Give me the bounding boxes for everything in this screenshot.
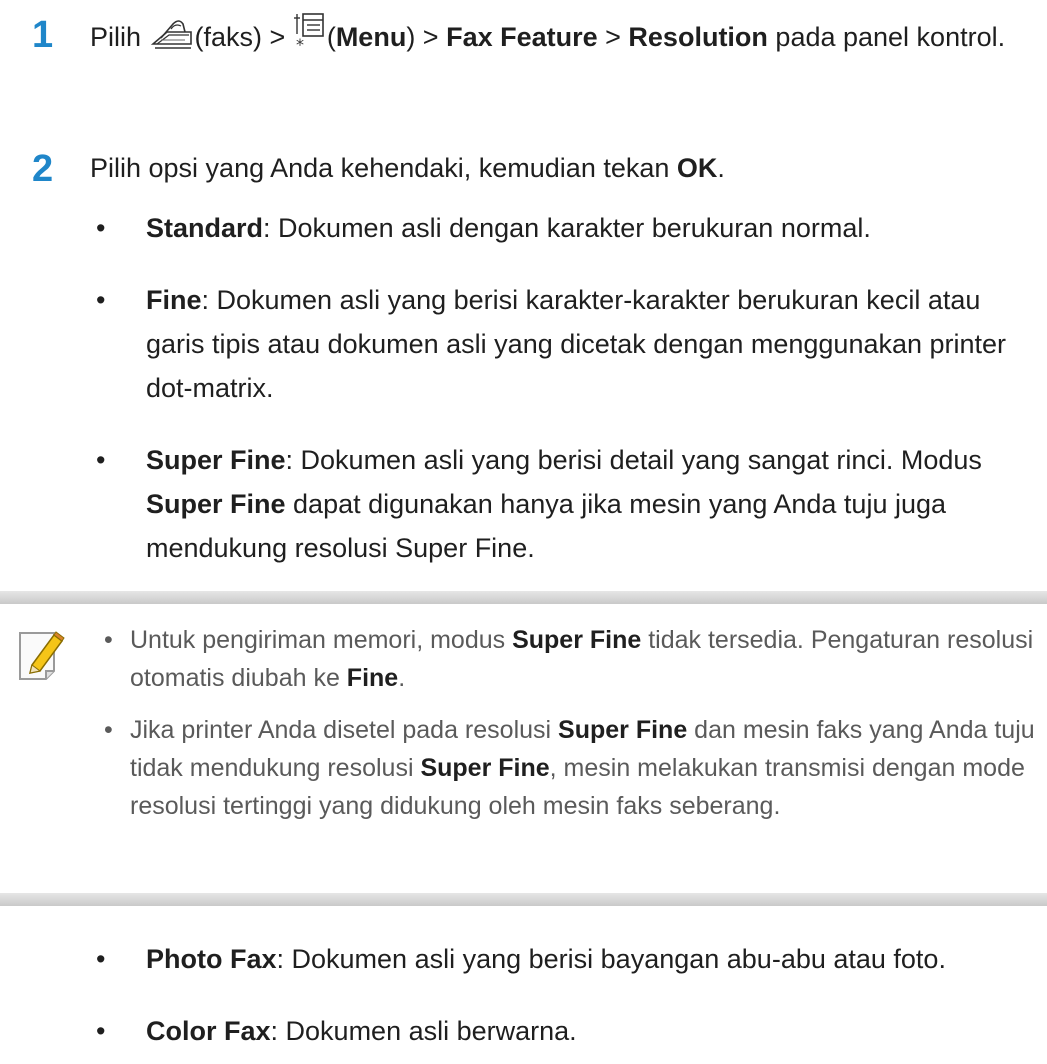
ok-label: OK <box>676 153 718 183</box>
note-text: Jika printer Anda disetel pada resolusi <box>130 716 559 744</box>
option-text: : Dokumen asli yang berisi detail yang s… <box>285 445 982 475</box>
note-bold: Fine <box>346 664 399 692</box>
menu-icon: * <box>293 12 327 65</box>
option-label: Super Fine <box>146 445 286 475</box>
bullet: • <box>96 445 106 475</box>
option-text: : Dokumen asli berwarna. <box>270 1016 577 1046</box>
bullet: • <box>96 944 106 974</box>
note-bold: Super Fine <box>512 626 642 654</box>
note-bottom-bar <box>0 893 1047 906</box>
note-item: • Untuk pengiriman memori, modus Super Fi… <box>0 621 1047 697</box>
note-bold: Super Fine <box>420 754 550 782</box>
fax-feature-label: Fax Feature <box>446 22 598 52</box>
fax-word: (faks) > <box>194 22 293 52</box>
step-text-tail: pada panel kontrol. <box>767 22 1006 52</box>
note-top-bar <box>0 591 1047 604</box>
list-item: • Super Fine: Dokumen asli yang berisi de… <box>0 438 1047 570</box>
svg-text:*: * <box>296 35 304 52</box>
list-item: • Fine: Dokumen asli yang berisi karakter… <box>0 278 1047 410</box>
bullet: • <box>104 716 113 744</box>
options-list: • Standard: Dokumen asli dengan karakter … <box>0 206 1047 570</box>
bullet: • <box>96 213 106 243</box>
fax-icon <box>149 18 195 65</box>
step-text: Pilih opsi yang Anda kehendaki, kemudian… <box>90 146 1020 190</box>
step-2-text: Pilih opsi yang Anda kehendaki, kemudian… <box>90 153 677 183</box>
menu-label: Menu <box>335 22 407 52</box>
option-label: Photo Fax <box>146 944 277 974</box>
sep1: ) > <box>406 22 447 52</box>
note-box: • Untuk pengiriman memori, modus Super Fi… <box>0 591 1047 906</box>
note-bold: Super Fine <box>558 716 688 744</box>
note-text: . <box>398 664 406 692</box>
note-text: Untuk pengiriman memori, modus <box>130 626 513 654</box>
bullet: • <box>104 626 113 654</box>
option-label: Standard <box>146 213 264 243</box>
option-text: : Dokumen asli dengan karakter berukuran… <box>263 213 871 243</box>
bullet: • <box>96 1016 106 1046</box>
step-number: 1 <box>32 14 54 56</box>
step-text: Pilih (faks) > * (Menu) > Fax Feature > R… <box>90 12 1020 65</box>
list-item: • Color Fax: Dokumen asli berwarna. <box>0 1009 1047 1053</box>
step-text-pre: Pilih <box>90 22 149 52</box>
resolution-label: Resolution <box>628 22 768 52</box>
options-list-2: • Photo Fax: Dokumen asli yang berisi bay… <box>0 937 1047 1053</box>
option-text: : Dokumen asli yang berisi karakter-kara… <box>146 285 1007 403</box>
bullet: • <box>96 285 106 315</box>
option-label: Fine <box>146 285 202 315</box>
option-label-inline: Super Fine <box>146 489 286 519</box>
note-list: • Untuk pengiriman memori, modus Super Fi… <box>0 621 1047 839</box>
note-item: • Jika printer Anda disetel pada resolusi… <box>0 711 1047 825</box>
step-number: 2 <box>32 148 54 190</box>
option-label: Color Fax <box>146 1016 271 1046</box>
list-item: • Photo Fax: Dokumen asli yang berisi bay… <box>0 937 1047 981</box>
step-2-end: . <box>717 153 725 183</box>
option-text: : Dokumen asli yang berisi bayangan abu-… <box>276 944 946 974</box>
sep2: > <box>597 22 629 52</box>
list-item: • Standard: Dokumen asli dengan karakter … <box>0 206 1047 250</box>
